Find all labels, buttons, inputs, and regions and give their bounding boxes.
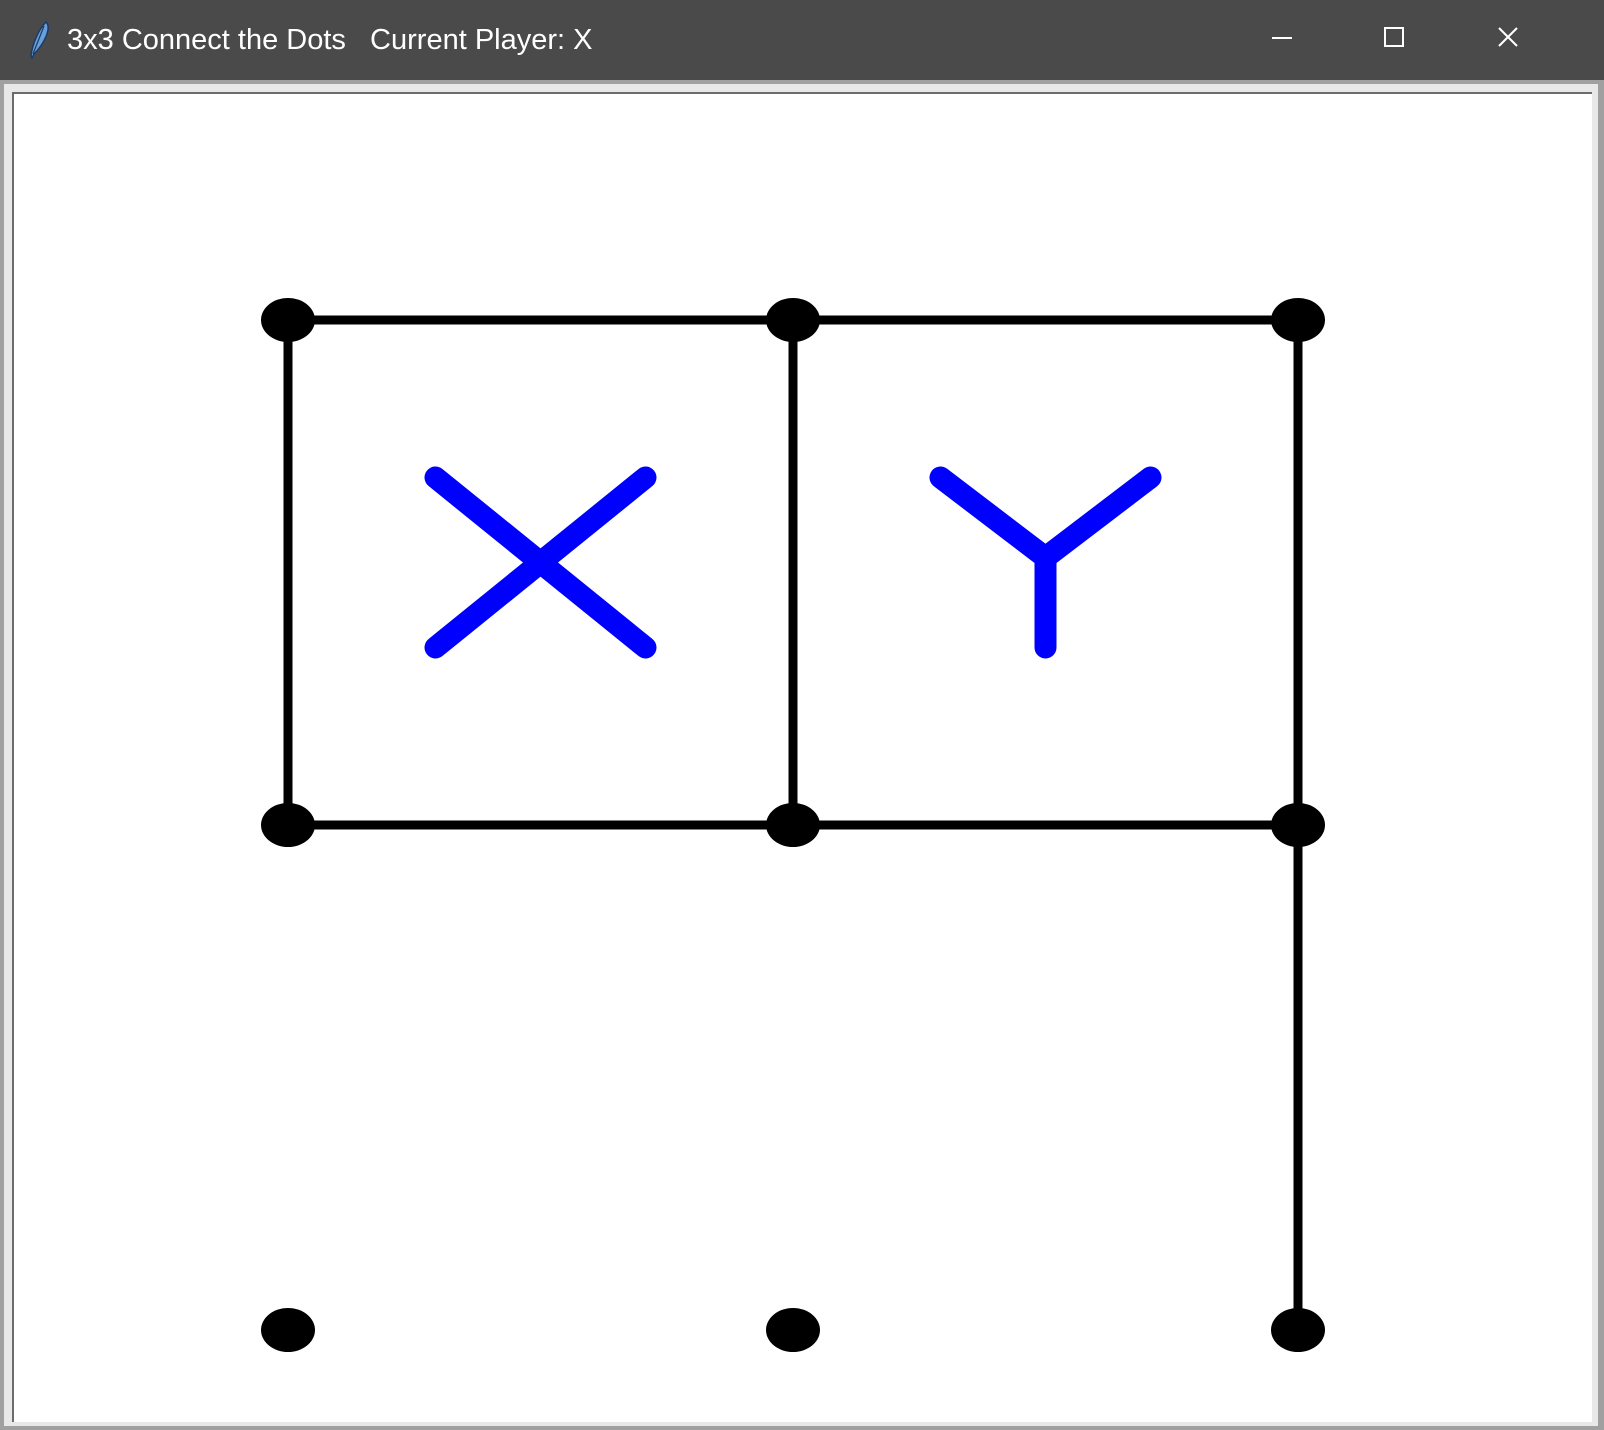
feather-icon: [30, 20, 49, 60]
grid-dot[interactable]: [766, 298, 820, 342]
grid-dot[interactable]: [766, 803, 820, 847]
maximize-button[interactable]: [1370, 0, 1486, 80]
grid-dot[interactable]: [1271, 1308, 1325, 1352]
close-icon: [1498, 27, 1518, 47]
grid-dot[interactable]: [261, 803, 315, 847]
box-owner-y-mark: [929, 466, 1162, 659]
game-canvas[interactable]: [12, 92, 1592, 1422]
box-owner-x-mark: [424, 466, 657, 659]
grid-dot[interactable]: [766, 1308, 820, 1352]
close-button[interactable]: [1486, 0, 1604, 80]
maximize-icon: [1384, 27, 1404, 47]
grid-dot[interactable]: [261, 298, 315, 342]
window-title: 3x3 Connect the Dots Current Player: X: [67, 24, 593, 56]
game-board[interactable]: [14, 94, 1592, 1422]
grid-dot[interactable]: [1271, 803, 1325, 847]
minimize-icon: [1272, 37, 1292, 39]
minimize-button[interactable]: [1254, 0, 1370, 80]
grid-dot[interactable]: [261, 1308, 315, 1352]
title-bar[interactable]: 3x3 Connect the Dots Current Player: X: [0, 0, 1604, 80]
grid-dot[interactable]: [1271, 298, 1325, 342]
